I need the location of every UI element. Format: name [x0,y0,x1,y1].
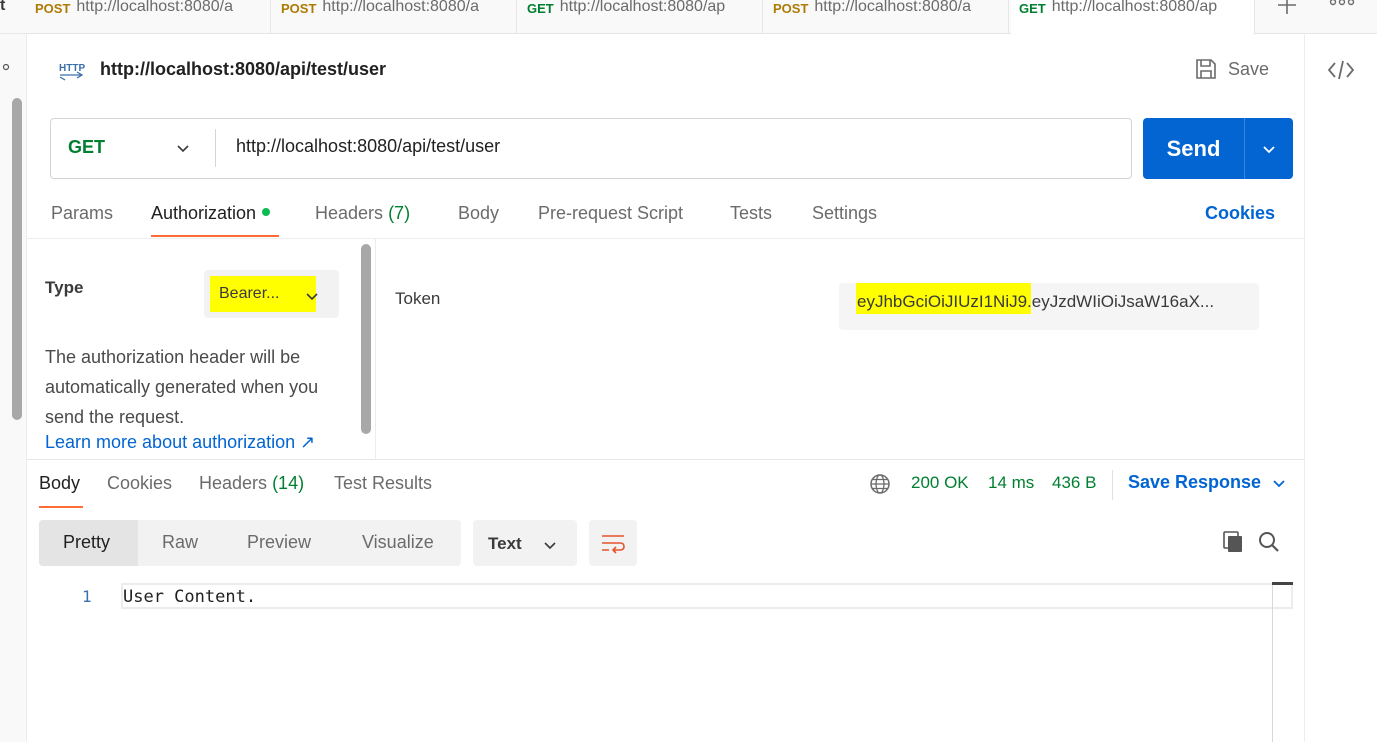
tab-authorization-label: Authorization [151,203,257,223]
tab-url: http://localhost:8080/a [322,0,479,15]
copy-icon[interactable] [1221,530,1245,559]
method-select[interactable]: GET [68,137,105,158]
request-tab[interactable]: POST http://localhost:8080/a [27,0,271,34]
divider [375,239,376,459]
tab-body[interactable]: Body [458,203,499,224]
status-code[interactable]: 200 OK [911,473,969,493]
response-tab-test-results[interactable]: Test Results [334,473,432,494]
response-tab-body[interactable]: Body [39,473,80,494]
save-label: Save [1228,58,1270,79]
tab-method: POST [281,1,317,16]
svg-text:HTTP: HTTP [59,63,85,74]
format-value: Text [488,534,522,553]
tab-url: http://localhost:8080/a [814,0,971,15]
tab-headers-label: Headers [315,203,384,223]
tab-authorization[interactable]: Authorization [151,203,271,224]
chevron-down-icon [542,537,558,558]
http-icon: HTTP [57,58,85,89]
globe-icon[interactable] [869,473,891,500]
save-button[interactable]: Save [1194,57,1269,81]
cookies-link[interactable]: Cookies [1205,203,1275,224]
response-headers-count: (14) [272,473,305,493]
tab-method: POST [35,1,71,16]
divider [1112,470,1113,500]
chevron-down-icon [304,288,320,309]
divider [27,238,1304,239]
tab-prerequest-script[interactable]: Pre-request Script [538,203,683,224]
left-edge-fragment: t [0,0,6,14]
auth-scrollbar[interactable] [361,244,371,434]
send-options-button[interactable] [1245,118,1293,179]
save-response-label: Save Response [1128,472,1262,492]
visualize-button[interactable]: Visualize [362,532,434,553]
active-tab-indicator [39,506,83,508]
response-time[interactable]: 14 ms [988,473,1034,493]
line-number: 1 [82,587,92,606]
pane-divider[interactable] [27,459,1304,460]
right-rail [1304,34,1377,742]
preview-button[interactable]: Preview [247,532,311,553]
request-tab[interactable]: POST http://localhost:8080/a [765,0,1009,34]
headers-count: (7) [388,203,411,223]
code-snippet-icon[interactable] [1327,58,1355,87]
more-options-icon[interactable] [1329,0,1355,15]
code-scrollbar-thumb[interactable] [1272,582,1293,585]
tab-tests[interactable]: Tests [730,203,772,224]
active-line-highlight [121,583,1293,609]
send-button-group: Send [1143,118,1293,179]
raw-button[interactable]: Raw [162,532,198,553]
learn-more-link[interactable]: Learn more about authorization ↗ [45,432,315,453]
auth-description: The authorization header will be automat… [45,347,319,427]
gutter-dot-icon [2,58,10,76]
tab-url: http://localhost:8080/ap [559,0,726,15]
code-scrollbar[interactable] [1272,582,1273,742]
tab-params[interactable]: Params [51,203,113,224]
response-size[interactable]: 436 B [1052,473,1096,493]
url-bar [50,118,1132,179]
token-value: eyJhbGciOiJIUzI1NiJ9.eyJzdWIiOiJsaW16aX.… [857,292,1215,311]
request-tab-bar: POST http://localhost:8080/a POST http:/… [0,0,1377,35]
search-icon[interactable] [1257,530,1281,559]
send-button[interactable]: Send [1143,118,1244,179]
response-tab-headers[interactable]: Headers (14) [199,473,304,494]
active-tab-indicator [151,235,279,237]
request-tab[interactable]: POST http://localhost:8080/a [273,0,517,34]
token-label: Token [395,289,441,308]
save-response-button[interactable]: Save Response [1128,472,1287,493]
tab-method: GET [1019,1,1046,16]
response-tab-cookies[interactable]: Cookies [107,473,172,494]
response-body-text[interactable]: User Content. [123,587,256,607]
tab-url: http://localhost:8080/ap [1051,0,1218,15]
tab-method: POST [773,1,809,16]
auth-type-label: Type [45,278,84,297]
pretty-button[interactable]: Pretty [63,532,110,553]
chevron-down-icon [1263,145,1275,153]
tab-url: http://localhost:8080/a [76,0,233,15]
tab-settings[interactable]: Settings [812,203,877,224]
tab-method: GET [527,1,554,16]
auth-type-value: Bearer... [219,285,280,302]
status-dot-icon [262,208,271,217]
response-tab-headers-label: Headers [199,473,268,493]
chevron-down-icon[interactable] [175,140,191,161]
chevron-down-icon [1273,479,1285,487]
request-tab-active[interactable]: GET http://localhost:8080/ap [1011,0,1255,35]
url-divider [215,129,216,167]
sidebar-scrollbar[interactable] [12,98,22,420]
request-title[interactable]: http://localhost:8080/api/test/user [100,59,386,80]
url-input[interactable]: http://localhost:8080/api/test/user [236,136,500,157]
request-tab[interactable]: GET http://localhost:8080/ap [519,0,763,34]
wrap-lines-button[interactable] [589,520,637,566]
tab-headers[interactable]: Headers (7) [315,203,410,224]
new-tab-plus-icon[interactable] [1274,0,1300,23]
save-icon [1196,59,1216,79]
wrap-lines-icon [602,535,625,554]
